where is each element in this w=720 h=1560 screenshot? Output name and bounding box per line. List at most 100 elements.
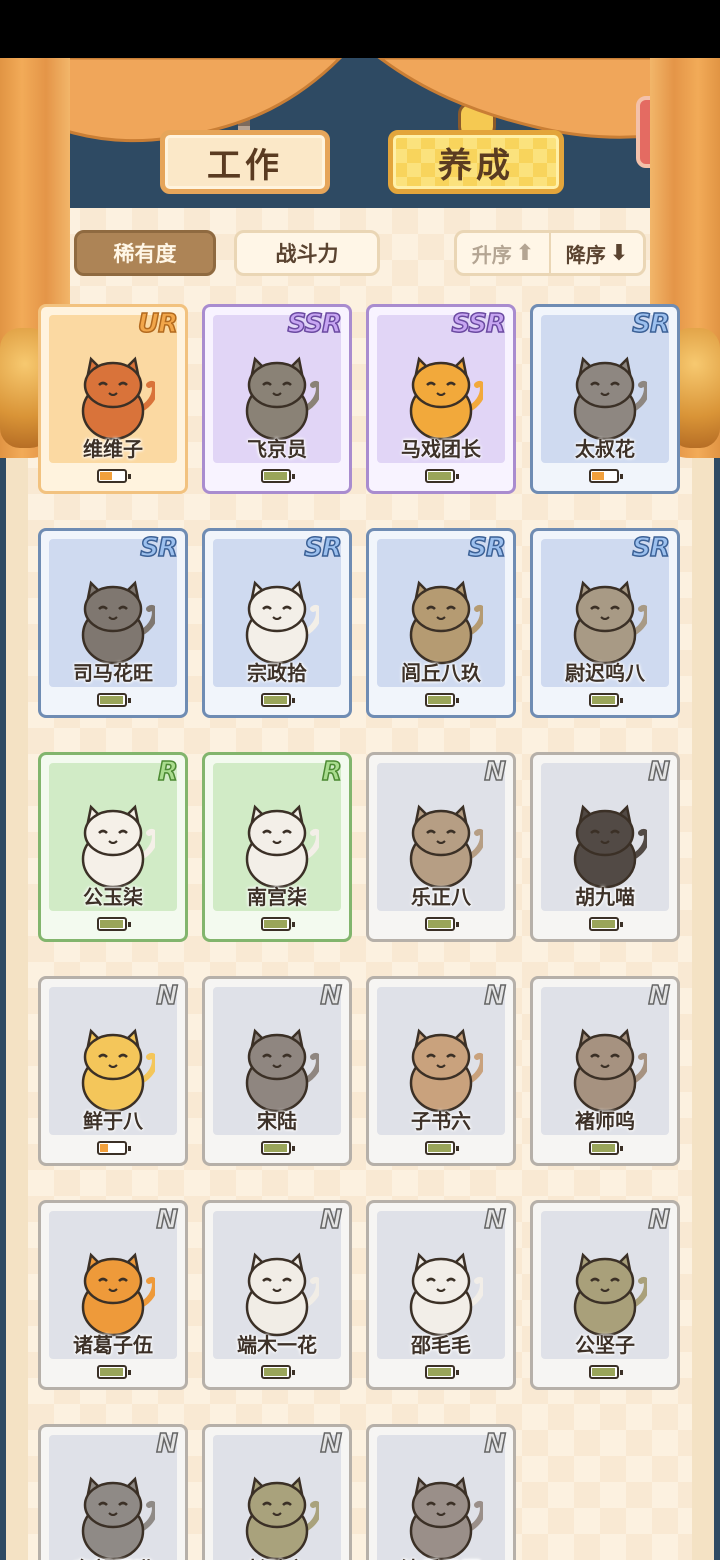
character-card[interactable]: N 长孙六	[202, 1424, 352, 1560]
character-card[interactable]: N 邵毛毛	[366, 1200, 516, 1390]
battery-icon	[589, 917, 623, 931]
character-name: 东郭旺喵	[41, 1553, 185, 1560]
cat-portrait-icon	[245, 804, 319, 889]
cat-portrait-icon	[573, 1028, 647, 1113]
character-name: 沈乐五旺	[369, 1553, 513, 1560]
cat-portrait-icon	[81, 1476, 155, 1560]
battery-icon	[97, 1141, 131, 1155]
character-name: 胡九喵	[575, 885, 635, 909]
rarity-badge: SR	[632, 532, 671, 564]
character-name: 维维子	[83, 437, 143, 461]
cat-portrait-icon	[245, 1252, 319, 1337]
battery-level	[100, 920, 123, 928]
rarity-badge: N	[319, 1204, 342, 1236]
character-card[interactable]: N 端木一花	[202, 1200, 352, 1390]
rarity-badge: R	[157, 756, 179, 788]
character-card[interactable]: R 南宫柒	[202, 752, 352, 942]
character-card[interactable]: SR 闾丘八玖	[366, 528, 516, 718]
character-card[interactable]: N 胡九喵	[530, 752, 680, 942]
sort-desc-label: 降序	[565, 242, 606, 267]
rarity-badge: N	[155, 1428, 178, 1460]
cat-portrait-icon	[409, 356, 483, 441]
character-card[interactable]: UR 维维子	[38, 304, 188, 494]
rarity-badge: SR	[632, 308, 671, 340]
character-card[interactable]: N 诸葛子伍	[38, 1200, 188, 1390]
character-name: 宋陆	[257, 1109, 297, 1133]
cat-portrait-icon	[573, 356, 647, 441]
cat-portrait-icon	[81, 580, 155, 665]
character-card[interactable]: SSR 马戏团长	[366, 304, 516, 494]
rarity-badge: N	[319, 1428, 342, 1460]
battery-icon	[261, 917, 295, 931]
rarity-badge: N	[647, 756, 670, 788]
rarity-badge: N	[155, 1204, 178, 1236]
rarity-badge: UR	[137, 308, 179, 340]
character-name: 端木一花	[237, 1333, 317, 1357]
rarity-badge: SSR	[287, 308, 343, 340]
battery-level	[592, 1368, 615, 1376]
battery-level	[100, 1144, 108, 1152]
character-name: 乐正八	[411, 885, 471, 909]
character-card[interactable]: N 沈乐五旺	[366, 1424, 516, 1560]
character-card[interactable]: N 东郭旺喵	[38, 1424, 188, 1560]
battery-level	[428, 696, 451, 704]
rarity-badge: N	[647, 1204, 670, 1236]
character-card[interactable]: SR 尉迟呜八	[530, 528, 680, 718]
cat-portrait-icon	[245, 1028, 319, 1113]
cat-portrait-icon	[81, 1028, 155, 1113]
battery-icon	[425, 469, 459, 483]
sort-descending-button[interactable]: 降序 ⬇	[551, 233, 643, 273]
battery-level	[264, 1368, 287, 1376]
character-card[interactable]: N 宋陆	[202, 976, 352, 1166]
rarity-badge: N	[483, 1204, 506, 1236]
cat-portrait-icon	[245, 1476, 319, 1560]
tab-work[interactable]: 工作	[160, 130, 330, 194]
character-name: 子书六	[411, 1109, 471, 1133]
filter-power-button[interactable]: 战斗力	[234, 230, 380, 276]
battery-level	[428, 920, 451, 928]
cat-portrait-icon	[81, 356, 155, 441]
cat-portrait-icon	[245, 356, 319, 441]
arrow-down-icon: ⬇	[609, 240, 629, 266]
rarity-badge: N	[483, 980, 506, 1012]
rarity-badge: R	[321, 756, 343, 788]
character-name: 闾丘八玖	[401, 661, 481, 685]
character-card[interactable]: N 褚师呜	[530, 976, 680, 1166]
tab-grow[interactable]: 养成	[388, 130, 564, 194]
battery-level	[428, 1368, 451, 1376]
sort-ascending-button[interactable]: 升序 ⬆	[457, 233, 551, 273]
character-card[interactable]: N 公坚子	[530, 1200, 680, 1390]
character-card[interactable]: R 公玉柒	[38, 752, 188, 942]
character-card[interactable]: N 子书六	[366, 976, 516, 1166]
battery-level	[592, 920, 615, 928]
battery-icon	[261, 469, 295, 483]
character-name: 飞京员	[247, 437, 307, 461]
battery-icon	[261, 1365, 295, 1379]
cat-portrait-icon	[81, 1252, 155, 1337]
battery-icon	[97, 693, 131, 707]
cat-portrait-icon	[409, 580, 483, 665]
battery-icon	[589, 1365, 623, 1379]
battery-icon	[97, 917, 131, 931]
character-card[interactable]: SSR 飞京员	[202, 304, 352, 494]
battery-level	[100, 472, 112, 480]
character-name: 鲜于八	[83, 1109, 143, 1133]
cat-portrait-icon	[573, 804, 647, 889]
filter-rarity-button[interactable]: 稀有度	[74, 230, 216, 276]
battery-icon	[97, 469, 131, 483]
sort-asc-label: 升序	[471, 242, 512, 267]
cat-portrait-icon	[409, 1028, 483, 1113]
character-card[interactable]: N 乐正八	[366, 752, 516, 942]
battery-icon	[261, 693, 295, 707]
character-card[interactable]: SR 司马花旺	[38, 528, 188, 718]
battery-icon	[425, 917, 459, 931]
character-name: 长孙六	[205, 1553, 349, 1560]
battery-icon	[589, 1141, 623, 1155]
character-card[interactable]: SR 宗政拾	[202, 528, 352, 718]
battery-level	[264, 696, 287, 704]
battery-level	[592, 472, 604, 480]
arrow-up-icon: ⬆	[515, 240, 535, 266]
rarity-badge: SR	[468, 532, 507, 564]
character-card[interactable]: SR 太叔花	[530, 304, 680, 494]
character-card[interactable]: N 鲜于八	[38, 976, 188, 1166]
